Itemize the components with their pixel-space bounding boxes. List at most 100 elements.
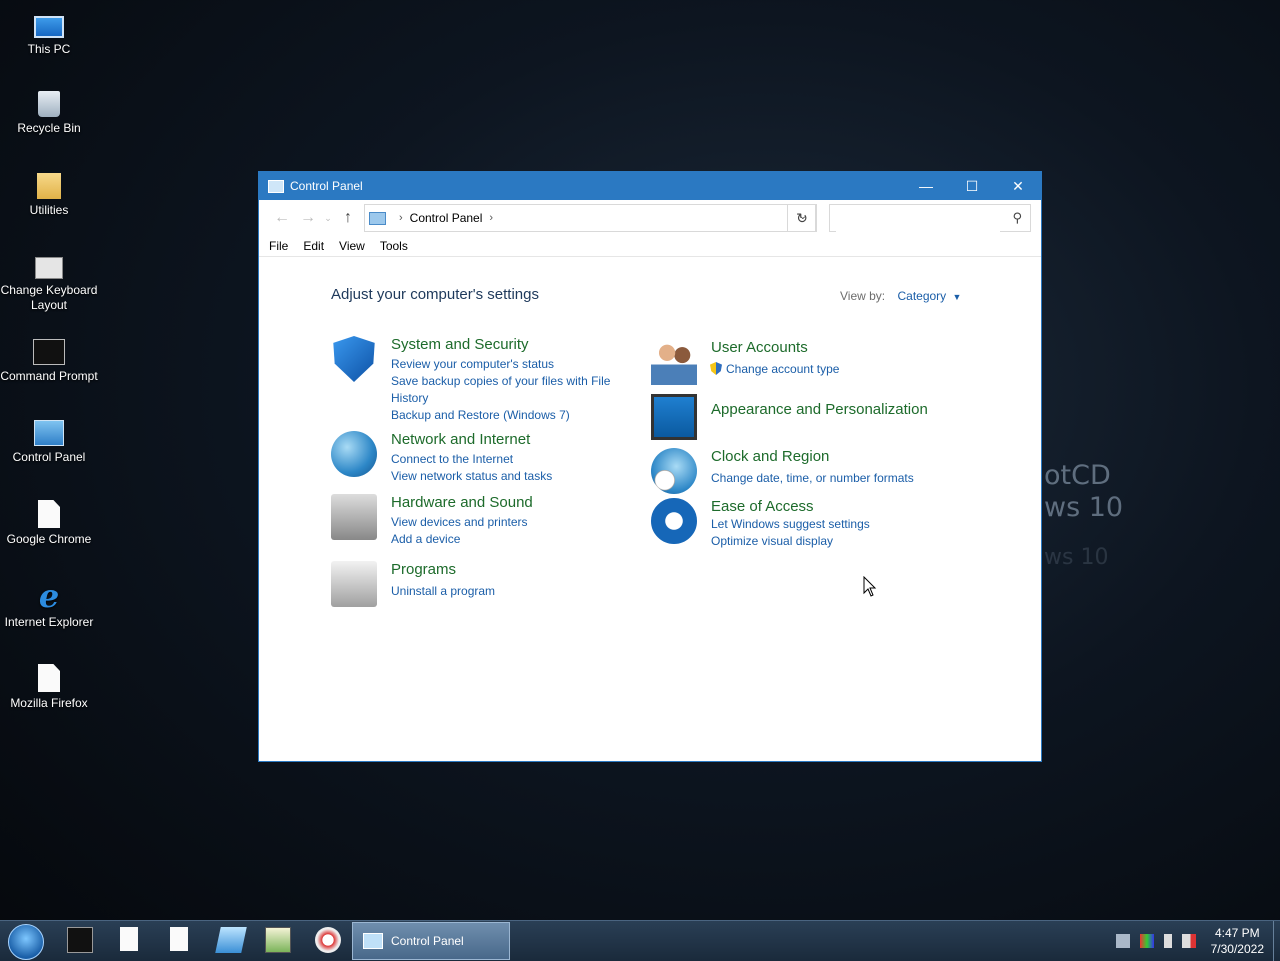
category-links: Review your computer's status Save backu… [391,356,616,424]
category-links: View devices and printers Add a device [391,514,528,548]
link-devices-printers[interactable]: View devices and printers [391,514,528,531]
paint-icon[interactable] [315,927,341,953]
search-icon[interactable]: ⚲ [1012,210,1022,226]
link-optimize-display[interactable]: Optimize visual display [711,533,870,550]
volume-muted-icon[interactable] [1181,934,1196,948]
recycle-bin-icon [38,91,60,117]
network-globe-icon[interactable] [331,431,377,477]
desktop-icon-google-chrome[interactable]: Google Chrome [0,500,98,547]
desktop-icon-recycle-bin[interactable]: Recycle Bin [0,91,98,136]
close-button[interactable]: ✕ [995,172,1041,200]
users-icon[interactable] [651,339,697,385]
desktop-icon-control-panel[interactable]: Control Panel [0,420,98,465]
start-button[interactable] [8,924,44,960]
category-title[interactable]: System and Security [391,336,529,353]
ease-of-access-icon[interactable] [651,498,697,544]
desktop-icon-label: Recycle Bin [17,121,81,135]
refresh-button[interactable]: ↻ [787,204,817,232]
link-uninstall-program[interactable]: Uninstall a program [391,583,495,600]
wallpaper-text: ws 10 [1044,545,1109,570]
notepad-icon[interactable] [265,927,291,953]
link-review-status[interactable]: Review your computer's status [391,356,616,373]
desktop-icon-label: Utilities [29,203,69,217]
menu-edit[interactable]: Edit [303,239,324,253]
desktop-icon-label: Mozilla Firefox [10,696,88,710]
link-text: Change account type [726,362,840,376]
category-title[interactable]: Hardware and Sound [391,494,533,511]
view-by-dropdown[interactable]: Category [897,289,946,303]
category-title[interactable]: Network and Internet [391,431,530,448]
forward-arrow-icon[interactable]: → [295,209,321,227]
menu-bar: File Edit View Tools [259,236,1041,257]
category-title[interactable]: Appearance and Personalization [711,401,928,418]
programs-icon[interactable] [331,561,377,607]
command-prompt-icon[interactable] [67,927,93,953]
printer-icon[interactable] [331,494,377,540]
breadcrumb-control-panel[interactable]: Control Panel [410,211,483,225]
page-title: Adjust your computer's settings [331,286,539,303]
link-network-status[interactable]: View network status and tasks [391,468,552,485]
link-suggest-settings[interactable]: Let Windows suggest settings [711,516,870,533]
link-backup-restore[interactable]: Backup and Restore (Windows 7) [391,407,616,424]
wallpaper-text: otCD [1044,460,1111,491]
file-icon [38,664,60,692]
address-bar[interactable]: › Control Panel › ⌄ [364,204,816,232]
command-prompt-icon [33,339,65,365]
clock[interactable]: 4:47 PM 7/30/2022 [1211,925,1264,957]
control-panel-icon [369,211,386,225]
desktop-icon-internet-explorer[interactable]: e Internet Explorer [0,580,98,630]
shield-icon[interactable] [333,336,375,382]
category-title[interactable]: Ease of Access [711,498,814,515]
wallpaper-text: ws 10 [1044,492,1124,523]
computer-icon [34,16,64,38]
desktop-icon-this-pc[interactable]: This PC [0,10,98,57]
file-icon[interactable] [120,927,138,951]
minimize-button[interactable]: — [903,172,949,200]
taskbar: Control Panel 4:47 PM 7/30/2022 [0,920,1280,961]
content-area: Adjust your computer's settings View by:… [259,264,1041,761]
control-panel-icon [363,933,383,949]
show-desktop-button[interactable] [1273,921,1280,961]
taskbar-control-panel[interactable]: Control Panel [352,922,510,960]
desktop-icon-change-keyboard-layout[interactable]: Change Keyboard Layout [0,257,98,313]
desktop-icon-utilities[interactable]: Utilities [0,173,98,218]
file-icon[interactable] [170,927,188,951]
menu-file[interactable]: File [269,239,288,253]
menu-view[interactable]: View [339,239,365,253]
usb-icon[interactable] [1163,934,1172,948]
desktop-icon-label: Change Keyboard Layout [0,283,98,312]
network-icon[interactable] [1115,934,1130,948]
title-bar[interactable]: Control Panel — ☐ ✕ [259,172,1041,200]
folder-icon [37,173,61,199]
link-file-history[interactable]: Save backup copies of your files with Fi… [391,373,616,407]
clock-date: 7/30/2022 [1210,942,1264,956]
search-input[interactable] [836,206,1000,232]
category-links: Uninstall a program [391,583,495,600]
category-title[interactable]: Programs [391,561,456,578]
recent-locations-chevron-icon[interactable]: ⌄ [321,213,335,224]
link-change-date-time[interactable]: Change date, time, or number formats [711,470,914,487]
breadcrumb-separator[interactable]: › [489,212,493,224]
app-icon[interactable] [215,927,247,953]
refresh-icon: ↻ [796,210,808,226]
clock-globe-icon[interactable] [651,448,697,494]
link-change-account-type[interactable]: Change account type [710,361,839,378]
category-title[interactable]: User Accounts [711,339,808,356]
menu-tools[interactable]: Tools [380,239,408,253]
back-arrow-icon[interactable]: ← [269,209,295,227]
link-add-device[interactable]: Add a device [391,531,528,548]
up-arrow-icon[interactable]: ↑ [335,209,361,227]
uac-shield-icon [710,362,722,375]
category-title[interactable]: Clock and Region [711,448,829,465]
breadcrumb-separator: › [399,212,403,224]
monitor-icon[interactable] [651,394,697,440]
display-icon[interactable] [1139,934,1154,948]
desktop-icon-command-prompt[interactable]: Command Prompt [0,339,98,384]
desktop-icon-mozilla-firefox[interactable]: Mozilla Firefox [0,664,98,711]
link-connect-internet[interactable]: Connect to the Internet [391,451,552,468]
control-panel-icon [34,420,64,446]
desktop-icon-label: Internet Explorer [4,615,94,629]
maximize-button[interactable]: ☐ [949,172,995,200]
search-box[interactable]: ⚲ [829,204,1031,232]
dropdown-arrow-icon[interactable]: ▼ [953,292,962,302]
